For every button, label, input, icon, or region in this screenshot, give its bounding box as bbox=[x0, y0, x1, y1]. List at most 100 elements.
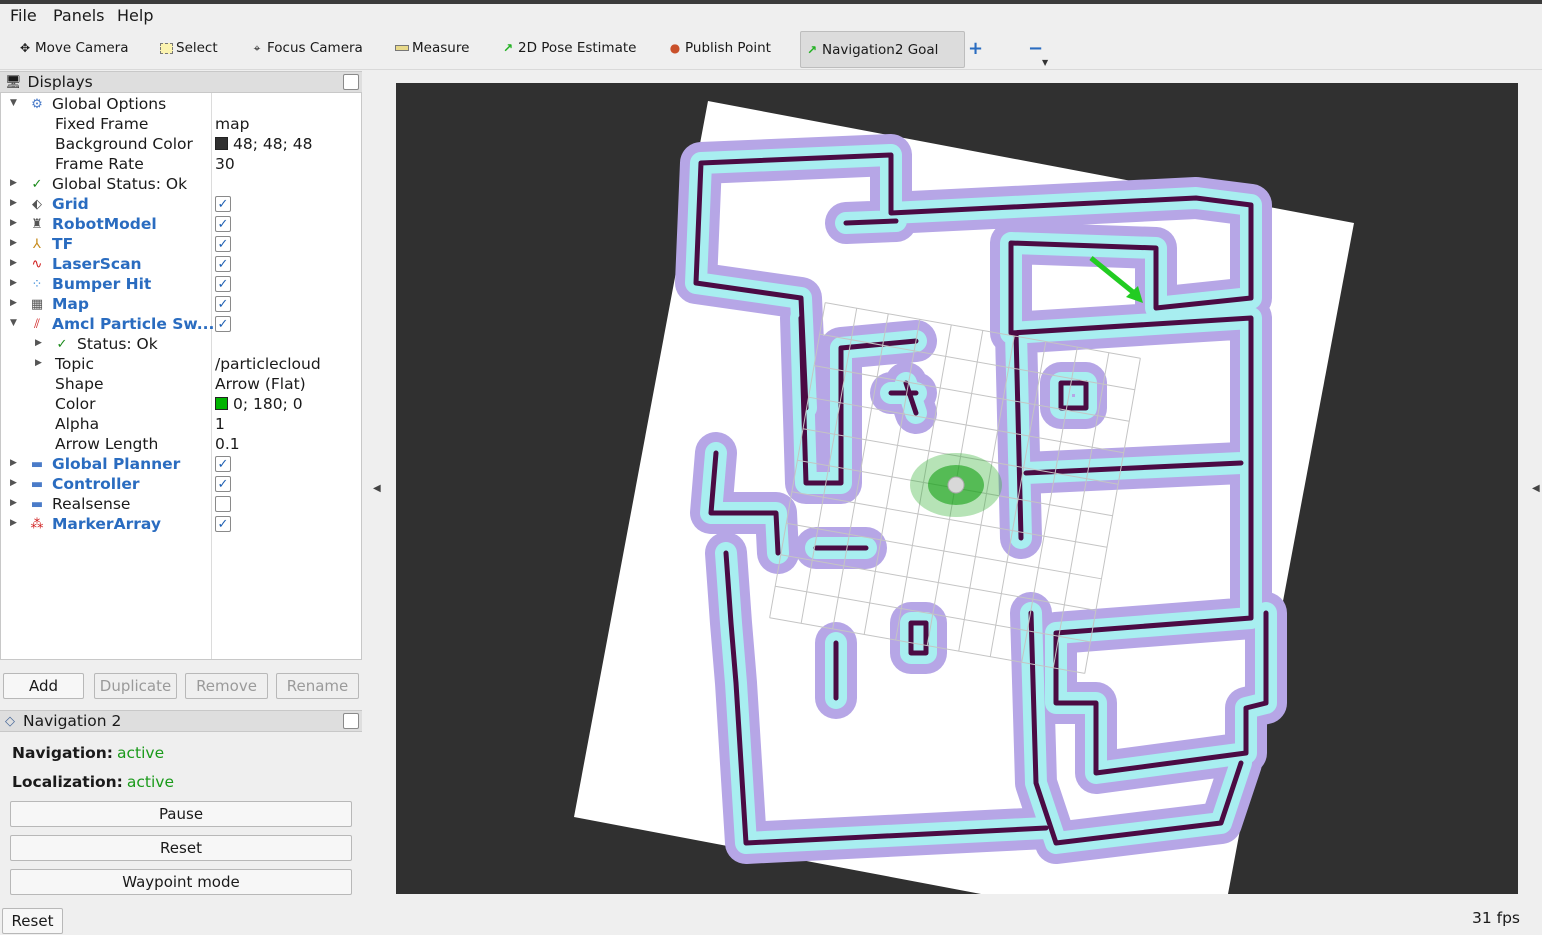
markerarray-checkbox[interactable]: ✓ bbox=[215, 516, 231, 532]
global-planner-checkbox[interactable]: ✓ bbox=[215, 456, 231, 472]
collapsed-arrow-icon[interactable]: ▶ bbox=[10, 478, 20, 490]
tree-row-fixed-frame[interactable]: Fixed Frame map bbox=[1, 114, 361, 134]
tree-row-global-planner[interactable]: ▶ ▬ Global Planner ✓ bbox=[1, 454, 361, 474]
measure-label: Measure bbox=[412, 40, 470, 56]
remove-tool-button[interactable]: − bbox=[1028, 37, 1044, 59]
tree-row-markerarray[interactable]: ▶ ⁂ MarkerArray ✓ bbox=[1, 514, 361, 534]
markers-icon: ⁂ bbox=[30, 516, 44, 532]
minus-icon: − bbox=[1028, 37, 1044, 59]
fixed-frame-label: Fixed Frame bbox=[55, 115, 149, 133]
reset-navigation-button[interactable]: Reset bbox=[10, 835, 352, 861]
collapsed-arrow-icon[interactable]: ▶ bbox=[10, 218, 20, 230]
tree-row-arrow-length[interactable]: Arrow Length 0.1 bbox=[1, 434, 361, 454]
tree-row-global-options[interactable]: ▼ ⚙ Global Options bbox=[1, 94, 361, 114]
move-camera-tool[interactable]: ✥ Move Camera bbox=[18, 38, 129, 58]
menu-help[interactable]: Help bbox=[117, 6, 153, 25]
fixed-frame-value[interactable]: map bbox=[215, 115, 249, 133]
collapsed-arrow-icon[interactable]: ▶ bbox=[10, 278, 20, 290]
tree-row-bumper-hit[interactable]: ▶ ⁘ Bumper Hit ✓ bbox=[1, 274, 361, 294]
collapsed-arrow-icon[interactable]: ▶ bbox=[10, 198, 20, 210]
collapse-left-panel-icon[interactable]: ◀ bbox=[373, 483, 381, 494]
render-viewport[interactable] bbox=[396, 83, 1518, 894]
collapsed-arrow-icon[interactable]: ▶ bbox=[10, 238, 20, 250]
collapsed-arrow-icon[interactable]: ▶ bbox=[10, 258, 20, 270]
tree-row-laserscan[interactable]: ▶ ∿ LaserScan ✓ bbox=[1, 254, 361, 274]
grid-label: Grid bbox=[52, 195, 89, 213]
arrow-length-value[interactable]: 0.1 bbox=[215, 435, 240, 453]
duplicate-display-button[interactable]: Duplicate bbox=[94, 673, 177, 699]
add-tool-button[interactable]: + bbox=[968, 37, 984, 59]
waypoint-mode-button[interactable]: Waypoint mode bbox=[10, 869, 352, 895]
tree-row-alpha[interactable]: Alpha 1 bbox=[1, 414, 361, 434]
measure-tool[interactable]: Measure bbox=[395, 38, 469, 58]
shape-value[interactable]: Arrow (Flat) bbox=[215, 375, 306, 393]
amcl-checkbox[interactable]: ✓ bbox=[215, 316, 231, 332]
expanded-arrow-icon[interactable]: ▼ bbox=[10, 98, 20, 110]
global-planner-label: Global Planner bbox=[52, 455, 181, 473]
pose-estimate-tool[interactable]: ↗ 2D Pose Estimate bbox=[501, 38, 637, 58]
collapsed-arrow-icon[interactable]: ▶ bbox=[35, 358, 45, 370]
tree-row-controller[interactable]: ▶ ▬ Controller ✓ bbox=[1, 474, 361, 494]
tree-row-global-status[interactable]: ▶ ✓ Global Status: Ok bbox=[1, 174, 361, 194]
background-color-value[interactable]: 48; 48; 48 bbox=[215, 135, 312, 153]
controller-checkbox[interactable]: ✓ bbox=[215, 476, 231, 492]
tree-row-map[interactable]: ▶ ▦ Map ✓ bbox=[1, 294, 361, 314]
collapsed-arrow-icon[interactable]: ▶ bbox=[10, 458, 20, 470]
publish-point-label: Publish Point bbox=[685, 40, 771, 56]
plus-icon: + bbox=[968, 37, 984, 59]
gear-icon: ⚙ bbox=[31, 96, 43, 112]
tree-row-grid[interactable]: ▶ ⬖ Grid ✓ bbox=[1, 194, 361, 214]
displays-float-checkbox[interactable] bbox=[343, 74, 359, 90]
tree-row-color[interactable]: Color 0; 180; 0 bbox=[1, 394, 361, 414]
robotmodel-checkbox[interactable]: ✓ bbox=[215, 216, 231, 232]
laserscan-checkbox[interactable]: ✓ bbox=[215, 256, 231, 272]
collapsed-arrow-icon[interactable]: ▶ bbox=[10, 518, 20, 530]
focus-camera-tool[interactable]: ⌖ Focus Camera bbox=[250, 38, 363, 58]
tree-row-tf[interactable]: ▶ ⅄ TF ✓ bbox=[1, 234, 361, 254]
background-color-label: Background Color bbox=[55, 135, 193, 153]
collapsed-arrow-icon[interactable]: ▶ bbox=[10, 298, 20, 310]
realsense-checkbox[interactable] bbox=[215, 496, 231, 512]
tree-row-background-color[interactable]: Background Color 48; 48; 48 bbox=[1, 134, 361, 154]
collapsed-arrow-icon[interactable]: ▶ bbox=[35, 338, 45, 350]
tf-checkbox[interactable]: ✓ bbox=[215, 236, 231, 252]
tree-row-amcl-status[interactable]: ▶ ✓ Status: Ok bbox=[1, 334, 361, 354]
expanded-arrow-icon[interactable]: ▼ bbox=[10, 318, 20, 330]
rename-display-button[interactable]: Rename bbox=[276, 673, 359, 699]
reset-time-button[interactable]: Reset bbox=[2, 908, 63, 934]
alpha-value[interactable]: 1 bbox=[215, 415, 225, 433]
color-value[interactable]: 0; 180; 0 bbox=[215, 395, 303, 413]
grid-checkbox[interactable]: ✓ bbox=[215, 196, 231, 212]
tree-row-realsense[interactable]: ▶ ▬ Realsense bbox=[1, 494, 361, 514]
tf-label: TF bbox=[52, 235, 74, 253]
topic-value[interactable]: /particlecloud bbox=[215, 355, 321, 373]
nav-goal-tool[interactable]: ↗ Navigation2 Goal bbox=[800, 31, 966, 68]
map-checkbox[interactable]: ✓ bbox=[215, 296, 231, 312]
tree-row-robotmodel[interactable]: ▶ ♜ RobotModel ✓ bbox=[1, 214, 361, 234]
select-tool[interactable]: Select bbox=[159, 38, 218, 58]
navigation-float-checkbox[interactable] bbox=[343, 713, 359, 729]
tree-row-topic[interactable]: ▶ Topic /particlecloud bbox=[1, 354, 361, 374]
bumper-hit-checkbox[interactable]: ✓ bbox=[215, 276, 231, 292]
tree-row-shape[interactable]: Shape Arrow (Flat) bbox=[1, 374, 361, 394]
chevron-down-icon: ▼ bbox=[1042, 57, 1049, 67]
green-arrow-icon: ↗ bbox=[806, 42, 818, 57]
menu-panels[interactable]: Panels bbox=[53, 6, 105, 25]
tree-row-frame-rate[interactable]: Frame Rate 30 bbox=[1, 154, 361, 174]
add-display-button[interactable]: Add bbox=[3, 673, 84, 699]
pause-button[interactable]: Pause bbox=[10, 801, 352, 827]
publish-point-tool[interactable]: ● Publish Point bbox=[668, 38, 771, 58]
collapsed-arrow-icon[interactable]: ▶ bbox=[10, 498, 20, 510]
menubar: File Panels Help bbox=[0, 4, 1542, 26]
tool-menu-dropdown[interactable]: ▼ bbox=[1042, 52, 1048, 72]
menu-file[interactable]: File bbox=[10, 6, 37, 25]
collapse-right-panel-icon[interactable]: ◀ bbox=[1532, 483, 1540, 494]
remove-display-button[interactable]: Remove bbox=[185, 673, 268, 699]
collapsed-arrow-icon[interactable]: ▶ bbox=[10, 178, 20, 190]
folder-icon: ▬ bbox=[30, 496, 44, 512]
toolbar: ✥ Move Camera Select ⌖ Focus Camera Meas… bbox=[0, 26, 1542, 70]
tree-row-amcl-particle-swarm[interactable]: ▼ ⫽ Amcl Particle Sw... ✓ bbox=[1, 314, 361, 334]
frame-rate-label: Frame Rate bbox=[55, 155, 144, 173]
pointcloud-icon: ⁘ bbox=[31, 276, 43, 292]
frame-rate-value[interactable]: 30 bbox=[215, 155, 235, 173]
